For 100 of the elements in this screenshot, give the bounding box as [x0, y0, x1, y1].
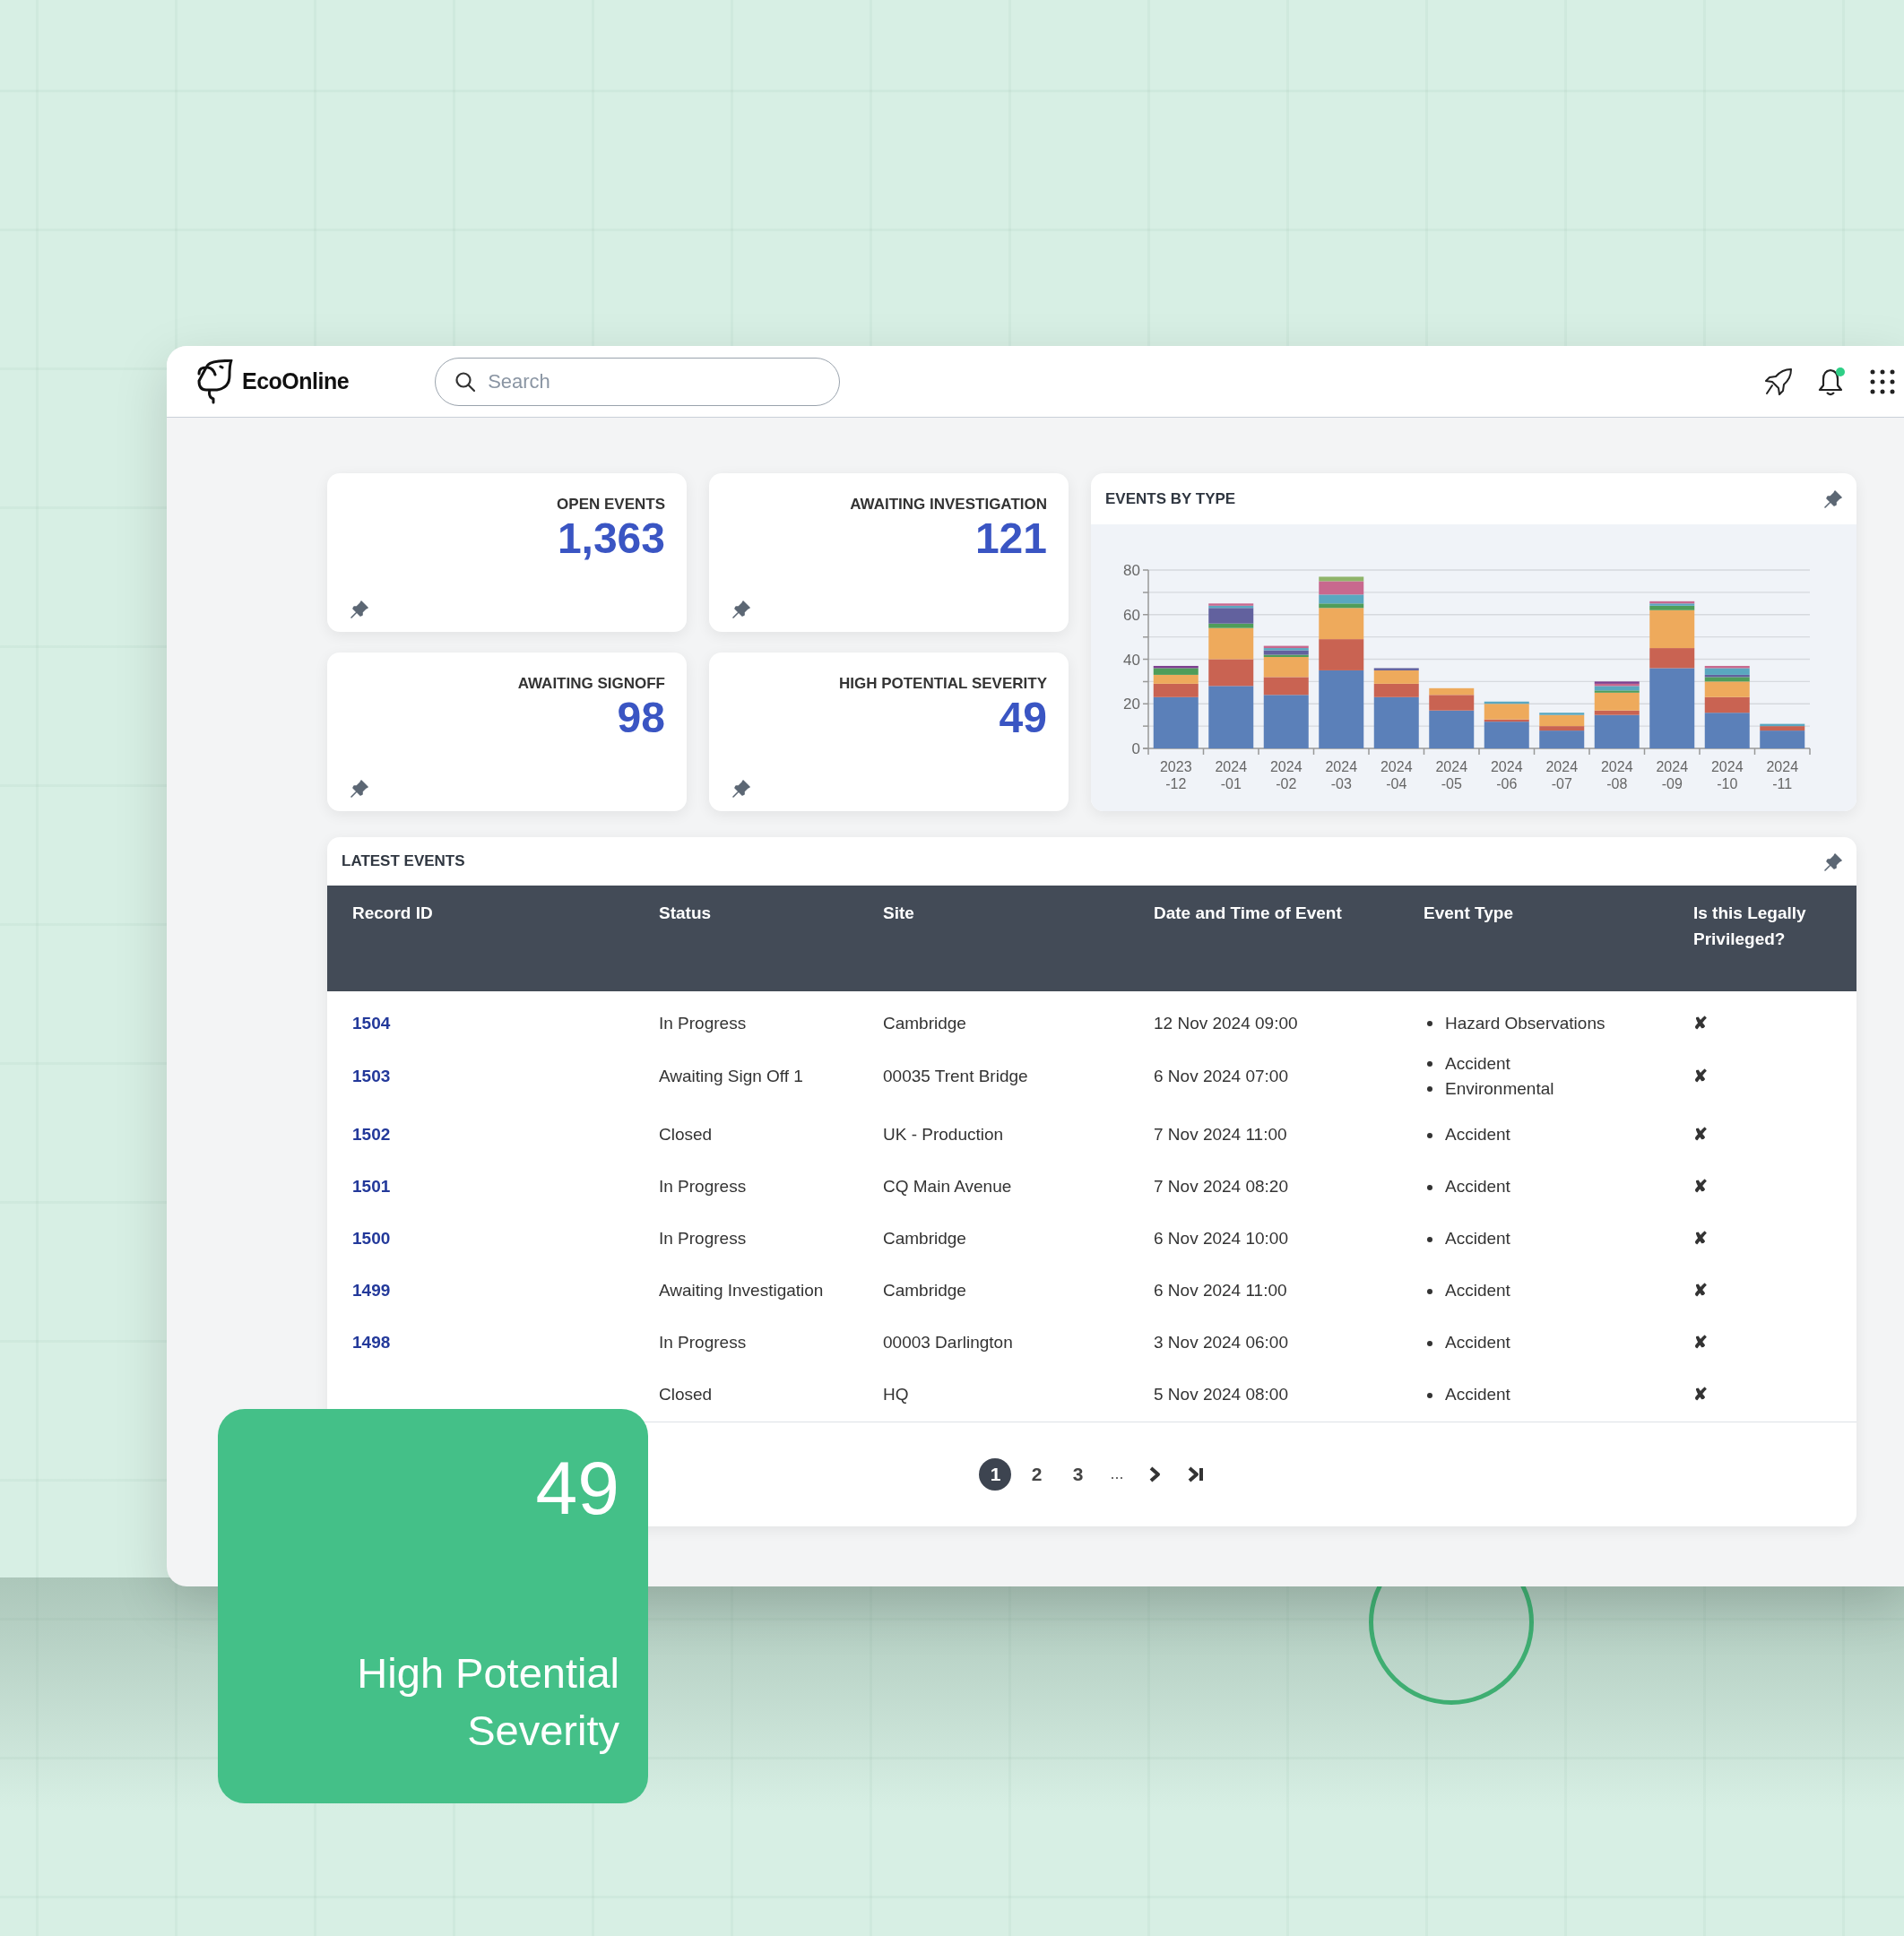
table-cell-text: 7 Nov 2024 11:00	[1154, 1124, 1288, 1146]
table-cell-text: In Progress	[659, 1228, 748, 1250]
search-icon	[454, 370, 477, 393]
kpi-label: AWAITING INVESTIGATION	[850, 496, 1047, 513]
axis-label: 2024-04	[1380, 759, 1413, 791]
bullet-icon	[1427, 1021, 1432, 1027]
event-type: Accident	[1445, 1280, 1510, 1302]
bullet-icon	[1427, 1086, 1432, 1093]
kpi-value: 121	[974, 514, 1047, 562]
table-cell: In Progress	[659, 991, 883, 1044]
table-cell: HQ	[883, 1369, 1154, 1422]
pin-icon[interactable]	[351, 779, 368, 798]
column-header: Date and Time of Event	[1154, 886, 1424, 991]
card-title: LATEST EVENTS	[342, 851, 465, 872]
table-cell-text: Cambridge	[883, 1280, 967, 1302]
record-link[interactable]: 1502	[352, 1125, 391, 1145]
bullet-icon	[1427, 1392, 1432, 1398]
table-cell-text: Closed	[659, 1384, 714, 1406]
axis-label: 2024-02	[1269, 759, 1303, 791]
kpi-value: 1,363	[557, 514, 665, 562]
column-header: Status	[659, 886, 883, 991]
axis-label: 2024-01	[1215, 759, 1248, 791]
axis-label: 2024-08	[1600, 759, 1633, 791]
table-cell-text: 00035 Trent Bridge	[883, 1065, 1029, 1087]
bullet-icon	[1427, 1340, 1432, 1346]
axis-label: 80	[1123, 562, 1140, 579]
bullet-icon	[1427, 1236, 1432, 1242]
table-cell-text: ✘	[1693, 1065, 1709, 1087]
bullet-icon	[1427, 1184, 1432, 1190]
table-cell: UK - Production	[883, 1109, 1154, 1162]
table-cell-text: ✘	[1693, 1176, 1709, 1198]
table-cell-text: 6 Nov 2024 10:00	[1154, 1228, 1289, 1250]
table-cell: 12 Nov 2024 09:00	[1154, 991, 1424, 1044]
bell-icon[interactable]	[1816, 366, 1847, 397]
event-type: Hazard Observations	[1445, 1013, 1605, 1034]
axis-label: 2024-03	[1325, 759, 1358, 791]
kpi-label: OPEN EVENTS	[557, 496, 665, 513]
pin-icon[interactable]	[732, 779, 750, 798]
bullet-icon	[1427, 1132, 1432, 1138]
axis-label: 2024-11	[1766, 759, 1799, 791]
table-cell: Cambridge	[883, 991, 1154, 1044]
last-page-icon[interactable]	[1186, 1465, 1205, 1482]
bullet-icon	[1427, 1060, 1432, 1067]
record-link[interactable]: 1504	[352, 1014, 391, 1033]
apps-grid-icon[interactable]	[1870, 368, 1895, 394]
page-button[interactable]: 1	[979, 1457, 1012, 1491]
table-cell-text: ✘	[1693, 1384, 1709, 1406]
kpi-label: HIGH POTENTIAL SEVERITY	[838, 675, 1047, 692]
event-type: Accident	[1445, 1052, 1510, 1075]
axis-label: 2024-10	[1710, 759, 1744, 791]
table-cell: 00003 Darlington	[883, 1317, 1154, 1370]
table-cell-text: 3 Nov 2024 06:00	[1154, 1332, 1289, 1354]
logo-icon	[195, 359, 235, 404]
column-header: Site	[883, 886, 1154, 991]
kpi-value: 98	[617, 693, 665, 741]
highlight-value: 49	[535, 1450, 619, 1525]
record-link[interactable]: 1499	[352, 1281, 391, 1301]
axis-label: 2024-07	[1545, 759, 1579, 791]
chart-title: EVENTS BY TYPE	[1105, 488, 1236, 509]
table-cell-text: 7 Nov 2024 08:20	[1154, 1176, 1289, 1198]
table-cell-text: Cambridge	[883, 1228, 967, 1250]
pin-icon[interactable]	[1824, 490, 1842, 509]
column-header: Is this Legally Privileged?	[1693, 886, 1856, 991]
pin-icon[interactable]	[732, 600, 750, 618]
axis-label: 60	[1123, 606, 1140, 624]
table-cell-text: 5 Nov 2024 08:00	[1154, 1384, 1289, 1406]
axis-label: 20	[1123, 696, 1140, 713]
table-cell: In Progress	[659, 1317, 883, 1370]
table-cell-text: 6 Nov 2024 11:00	[1154, 1280, 1288, 1302]
axis-label: 2023-12	[1159, 759, 1192, 791]
pin-icon[interactable]	[1824, 852, 1842, 871]
table-cell-text: ✘	[1693, 1228, 1709, 1250]
kpi-value: 49	[999, 693, 1047, 741]
record-link[interactable]: 1501	[352, 1177, 391, 1197]
event-type: Accident	[1445, 1332, 1510, 1354]
rocket-icon[interactable]	[1764, 367, 1793, 396]
axis-label: 2024-06	[1490, 759, 1523, 791]
axis-label: 2024-09	[1656, 759, 1689, 791]
record-link[interactable]: 1503	[352, 1066, 391, 1085]
logo-text: EcoOnline	[242, 367, 350, 395]
event-type: Accident	[1445, 1228, 1510, 1250]
event-type: Accident	[1445, 1176, 1510, 1198]
table-cell: CQ Main Avenue	[883, 1161, 1154, 1214]
page-button[interactable]: 2	[1020, 1457, 1053, 1491]
event-type: Accident	[1445, 1124, 1510, 1146]
record-link[interactable]: 1498	[352, 1333, 391, 1353]
table-cell-text: Awaiting Investigation	[659, 1280, 825, 1302]
kpi-label: AWAITING SIGNOFF	[517, 675, 665, 692]
search-field[interactable]: Search	[435, 357, 841, 406]
axis-label: 2024-05	[1435, 759, 1468, 791]
table-cell-text: 6 Nov 2024 07:00	[1154, 1065, 1289, 1087]
column-header: Record ID	[327, 886, 659, 991]
pin-icon[interactable]	[351, 600, 368, 618]
record-link[interactable]: 1500	[352, 1229, 391, 1249]
table-cell: ✘	[1693, 991, 1856, 1044]
page-button[interactable]: 3	[1061, 1457, 1095, 1491]
table-cell: Awaiting Sign Off 1	[659, 1043, 883, 1110]
event-type: Accident	[1445, 1384, 1510, 1406]
table-cell-text: ✘	[1693, 1124, 1709, 1146]
axis-label: 0	[1131, 740, 1140, 757]
